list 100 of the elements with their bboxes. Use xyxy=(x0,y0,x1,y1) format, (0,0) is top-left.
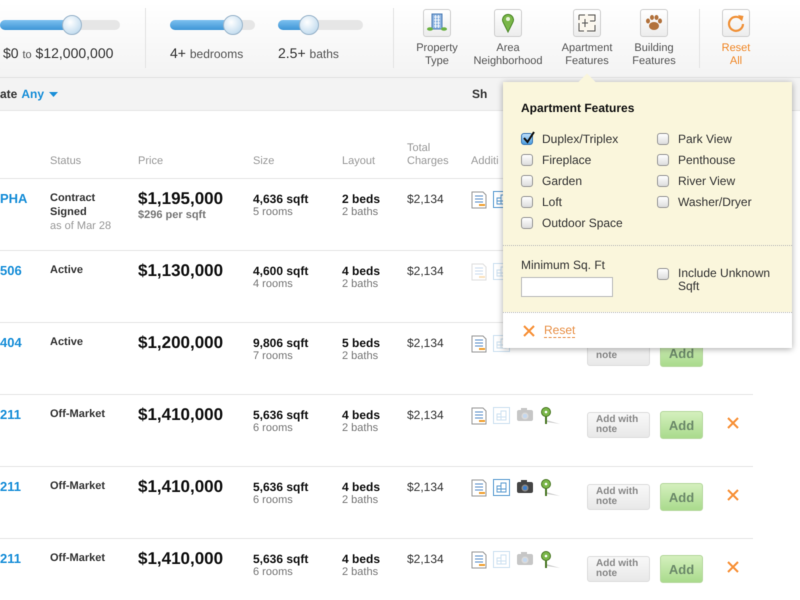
checkbox[interactable] xyxy=(521,216,533,228)
rooms-text: 5 rooms xyxy=(253,206,294,218)
column-header: Status xyxy=(50,155,82,167)
baths-text: 2 baths xyxy=(342,206,380,218)
charges-text: $2,134 xyxy=(407,263,445,278)
checkbox-label[interactable]: Include Unknown Sqft xyxy=(678,267,785,293)
beds-text: 2 beds xyxy=(342,191,382,206)
map-pin-icon[interactable] xyxy=(540,551,562,571)
charges-text: $2,134 xyxy=(407,407,445,422)
camera-icon[interactable] xyxy=(516,479,534,494)
document-icon[interactable] xyxy=(471,335,487,353)
status-text: Contract Signed xyxy=(50,191,96,219)
listing-link[interactable]: 211 xyxy=(0,549,50,566)
checkbox[interactable] xyxy=(521,174,533,186)
slider[interactable] xyxy=(278,15,363,35)
listing-link[interactable]: 404 xyxy=(0,333,50,350)
status-text: Active xyxy=(50,263,84,277)
status-text: Off-Market xyxy=(50,407,106,421)
checkbox[interactable] xyxy=(657,154,669,166)
status-text: Off-Market xyxy=(50,479,106,493)
checkbox-label[interactable]: Garden xyxy=(542,174,582,188)
slider[interactable] xyxy=(170,15,255,35)
building-icon xyxy=(426,12,448,34)
checkbox[interactable] xyxy=(657,132,669,144)
rooms-text: 4 rooms xyxy=(253,278,294,290)
rooms-text: 7 rooms xyxy=(253,350,294,362)
reset-all-button[interactable]: Reset All xyxy=(716,9,756,77)
checkbox[interactable] xyxy=(521,132,533,144)
document-icon[interactable] xyxy=(471,191,487,209)
listing-link[interactable]: 211 xyxy=(0,477,50,494)
size-text: 5,636 sqft xyxy=(253,479,310,494)
checkbox-label[interactable]: Loft xyxy=(542,194,562,208)
popover-title: Apartment Features xyxy=(521,101,636,115)
checkbox[interactable] xyxy=(521,154,533,166)
reset-link[interactable]: Reset xyxy=(544,324,576,338)
checkbox[interactable] xyxy=(657,268,669,280)
map-pin-icon[interactable] xyxy=(540,407,562,427)
price-range-label: $0 to $12,000,000 xyxy=(3,45,114,61)
close-icon[interactable] xyxy=(727,561,739,573)
checkbox-label[interactable]: Penthouse xyxy=(678,152,736,166)
size-text: 4,600 sqft xyxy=(253,263,310,278)
floor-plan-icon xyxy=(576,12,598,34)
min-sqft-field[interactable] xyxy=(521,277,613,297)
baths-label: 2.5+ baths xyxy=(278,45,340,61)
slider-thumb[interactable] xyxy=(298,15,319,35)
beds-text: 5 beds xyxy=(342,335,382,350)
add-button[interactable]: Add xyxy=(660,411,703,439)
add-with-note-button[interactable]: Add with note xyxy=(587,556,650,582)
checkbox[interactable] xyxy=(657,196,669,208)
rooms-text: 6 rooms xyxy=(253,422,294,434)
listing-link[interactable]: 506 xyxy=(0,261,50,278)
baths-text: 2 baths xyxy=(342,278,380,290)
charges-text: $2,134 xyxy=(407,551,445,566)
document-icon[interactable] xyxy=(471,479,487,497)
price-text: $1,195,000 xyxy=(138,189,224,209)
add-button[interactable]: Add xyxy=(660,555,703,583)
sort-dropdown[interactable]: Any xyxy=(21,87,58,101)
document-icon[interactable] xyxy=(471,407,487,425)
slider[interactable] xyxy=(0,15,120,35)
size-text: 9,806 sqft xyxy=(253,335,310,350)
status-text: Off-Market xyxy=(50,551,106,565)
slider-thumb[interactable] xyxy=(62,15,82,35)
baths-text: 2 baths xyxy=(342,566,380,578)
price-text: $1,410,000 xyxy=(138,549,224,569)
toolbar-label: Sh xyxy=(472,87,488,101)
field-label: Minimum Sq. Ft xyxy=(521,258,606,272)
slider-thumb[interactable] xyxy=(222,15,243,35)
close-icon[interactable] xyxy=(727,417,739,429)
add-with-note-button[interactable]: Add with note xyxy=(587,412,650,438)
document-icon[interactable] xyxy=(471,551,487,569)
beds-text: 4 beds xyxy=(342,551,382,566)
listing-link[interactable]: PHA xyxy=(0,189,50,206)
column-header: Price xyxy=(138,155,164,167)
baths-text: 2 baths xyxy=(342,350,380,362)
column-header: Layout xyxy=(342,155,376,167)
listing-link[interactable]: 211 xyxy=(0,405,50,422)
checkbox-label[interactable]: Park View xyxy=(678,132,732,146)
checkbox-label[interactable]: Outdoor Space xyxy=(542,216,623,230)
filter-category-button[interactable]: Building Features xyxy=(628,9,680,68)
checkbox[interactable] xyxy=(521,196,533,208)
beds-text: 4 beds xyxy=(342,479,382,494)
add-button[interactable]: Add xyxy=(660,483,703,511)
floor-plan-icon[interactable] xyxy=(493,479,510,496)
close-icon[interactable] xyxy=(523,324,535,336)
filter-category-button[interactable]: Property Type xyxy=(404,9,470,68)
size-text: 4,636 sqft xyxy=(253,191,310,206)
checkbox-label[interactable]: Fireplace xyxy=(542,152,592,166)
filter-category-button[interactable]: Area Neighborhood xyxy=(470,9,546,68)
rooms-text: 6 rooms xyxy=(253,566,294,578)
checkbox-label[interactable]: River View xyxy=(678,174,736,188)
checkbox-label[interactable]: Duplex/Triplex xyxy=(542,132,618,146)
checkbox[interactable] xyxy=(657,174,669,186)
map-pin-icon[interactable] xyxy=(540,479,562,499)
sort-label: ate xyxy=(0,87,18,101)
close-icon[interactable] xyxy=(727,489,739,501)
filter-category-button[interactable]: Apartment Features xyxy=(546,9,628,68)
checkbox-label[interactable]: Washer/Dryer xyxy=(678,194,752,208)
baths-text: 2 baths xyxy=(342,422,380,434)
price-text: $1,130,000 xyxy=(138,261,224,281)
add-with-note-button[interactable]: Add with note xyxy=(587,484,650,510)
